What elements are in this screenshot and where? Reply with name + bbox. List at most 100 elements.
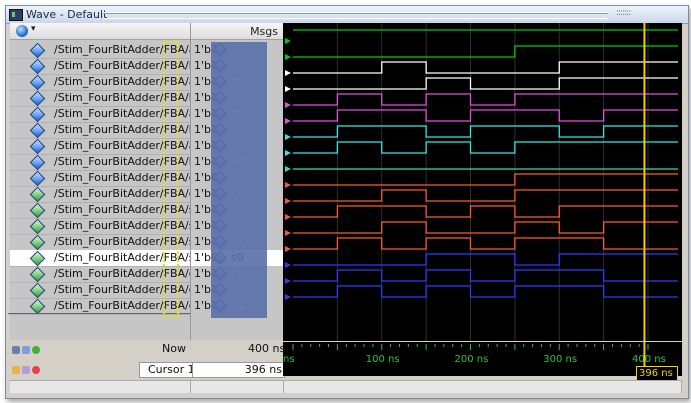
signal-name: /Stim_FourBitAdder/FBA/cin — [54, 171, 205, 184]
signal-diamond-icon — [29, 138, 46, 155]
cursor-flag-label: 396 ns — [639, 368, 673, 379]
signal-arrow-icon — [285, 182, 291, 188]
wave-add-icon[interactable] — [12, 346, 20, 354]
waveform-s1[interactable] — [293, 221, 678, 234]
signal-diamond-icon — [29, 74, 46, 91]
globe-icon[interactable] — [16, 25, 28, 37]
waveform-a1[interactable] — [293, 93, 678, 106]
signal-diamond-icon — [29, 266, 46, 283]
waveform-b0[interactable] — [293, 141, 678, 154]
waveform-c3[interactable] — [293, 253, 678, 266]
labels-highlight-box — [211, 42, 267, 318]
signal-name: /Stim_FourBitAdder/FBA/c3 — [54, 267, 202, 280]
signal-diamond-icon — [29, 218, 46, 235]
minus-icon[interactable] — [32, 366, 40, 374]
cursor-toolbar-icons[interactable] — [12, 364, 42, 377]
signal-diamond-icon — [29, 122, 46, 139]
signal-arrow-icon — [285, 70, 291, 76]
waveform-pane[interactable] — [283, 23, 682, 341]
signal-name: /Stim_FourBitAdder/FBA/b3 — [54, 59, 203, 72]
signal-arrow-icon — [285, 246, 291, 252]
lock-icon[interactable] — [12, 366, 20, 374]
signal-name: /Stim_FourBitAdder/FBA/c4 — [54, 187, 202, 200]
signal-name: /Stim_FourBitAdder/FBA/b0 — [54, 155, 203, 168]
window-title: Wave - Default — [26, 8, 108, 21]
signal-arrow-icon — [285, 54, 291, 60]
signal-name: /Stim_FourBitAdder/FBA/a1 — [54, 107, 203, 120]
waveform-c4[interactable] — [293, 173, 678, 186]
signal-arrow-icon — [285, 166, 291, 172]
signal-diamond-icon — [29, 90, 46, 107]
time-axis[interactable]: ns 100 ns 200 ns 300 ns 400 ns — [283, 342, 682, 376]
msgs-label: Msgs — [250, 25, 278, 38]
signal-diamond-icon — [29, 58, 46, 75]
drag-handle-icon[interactable]: ::::::: — [616, 8, 631, 18]
wave-window-icon — [9, 9, 23, 21]
now-value: 400 ns — [248, 342, 286, 355]
highlight-box — [163, 41, 179, 317]
signal-name: /Stim_FourBitAdder/FBA/s2 — [54, 219, 202, 232]
names-scrollbar[interactable] — [10, 381, 191, 393]
signal-name: /Stim_FourBitAdder/FBA/s1 — [54, 235, 202, 248]
signal-name: /Stim_FourBitAdder/FBA/b2 — [54, 91, 203, 104]
signal-arrow-icon — [285, 118, 291, 124]
signal-name: /Stim_FourBitAdder/FBA/c1 — [54, 299, 202, 312]
signal-diamond-icon — [29, 154, 46, 171]
time-axis-canvas: ns 100 ns 200 ns 300 ns 400 ns — [283, 342, 666, 376]
signal-arrow-icon — [285, 134, 291, 140]
waveform-s3[interactable] — [293, 189, 678, 202]
waveform-s2[interactable] — [293, 205, 678, 218]
waveform-b3[interactable] — [293, 45, 678, 58]
title-bar[interactable]: Wave - Default ::::::: — [6, 6, 688, 24]
waveform-c2[interactable] — [293, 269, 678, 282]
signal-arrow-icon — [285, 230, 291, 236]
wave-scrollbar[interactable] — [283, 381, 682, 393]
signal-name: /Stim_FourBitAdder/FBA/s3 — [54, 203, 202, 216]
signal-arrow-icon — [285, 198, 291, 204]
signal-diamond-icon — [29, 170, 46, 187]
waveform-a2[interactable] — [293, 61, 678, 74]
values-scrollbar[interactable] — [190, 381, 284, 393]
signal-name: /Stim_FourBitAdder/FBA/s0 — [54, 251, 202, 264]
signal-diamond-icon — [29, 250, 46, 267]
signal-name: /Stim_FourBitAdder/FBA/a2 — [54, 75, 203, 88]
axis-tick-label: ns — [283, 354, 295, 365]
waveform-a0[interactable] — [293, 125, 678, 138]
axis-tick-label: 300 ns — [543, 354, 577, 365]
signal-name: /Stim_FourBitAdder/FBA/c2 — [54, 283, 202, 296]
pencil-icon[interactable] — [22, 366, 30, 374]
signal-arrow-icon — [285, 294, 291, 300]
plus-icon[interactable] — [32, 346, 40, 354]
signal-diamond-icon — [29, 106, 46, 123]
signal-arrow-icon — [285, 102, 291, 108]
signal-name: /Stim_FourBitAdder/FBA/a3 — [54, 43, 203, 56]
waveform-b2[interactable] — [293, 77, 678, 90]
signal-arrow-icon — [285, 38, 291, 44]
names-pane-header: ▾ — [10, 23, 190, 40]
now-toolbar-icons[interactable] — [12, 344, 42, 357]
signal-arrow-icon — [285, 86, 291, 92]
waveform-canvas[interactable] — [283, 23, 682, 341]
axis-tick-label: 200 ns — [455, 354, 489, 365]
signal-diamond-icon — [29, 234, 46, 251]
signal-diamond-icon — [29, 186, 46, 203]
signal-diamond-icon — [29, 298, 46, 315]
signal-arrow-icon — [285, 150, 291, 156]
signal-diamond-icon — [29, 42, 46, 59]
signal-arrow-icon — [285, 262, 291, 268]
waveform-b1[interactable] — [293, 109, 678, 122]
wave-edit-icon[interactable] — [22, 346, 30, 354]
axis-tick-label: 100 ns — [366, 354, 400, 365]
now-label: Now — [162, 342, 186, 355]
chevron-down-icon[interactable]: ▾ — [31, 24, 36, 34]
signal-diamond-icon — [29, 202, 46, 219]
title-grip[interactable] — [103, 12, 608, 19]
horizontal-scrollbars[interactable] — [10, 380, 682, 393]
axis-tick-label: 400 ns — [632, 354, 666, 365]
waveform-s0[interactable] — [293, 237, 678, 250]
signal-arrow-icon — [285, 278, 291, 284]
cursor-value[interactable]: 396 ns — [192, 362, 285, 378]
signal-diamond-icon — [29, 282, 46, 299]
signal-name: /Stim_FourBitAdder/FBA/b1 — [54, 123, 203, 136]
waveform-c1[interactable] — [293, 285, 678, 298]
